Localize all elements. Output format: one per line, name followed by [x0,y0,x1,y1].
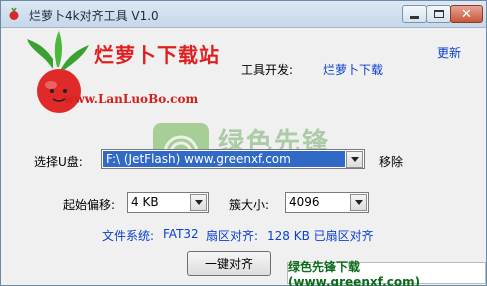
cluster-label: 簇大小: [229,198,270,212]
drive-select-value: F:\ (JetFlash) www.greenxf.com [106,152,291,166]
remove-label: 移除 [379,155,404,169]
alignment-value: 128 KB 已扇区对齐 [267,229,374,243]
maximize-icon [433,10,444,18]
developer-label: 工具开发: [241,63,294,77]
offset-select[interactable]: 4 KB [127,192,209,213]
window-title: 烂萝卜4k对齐工具 V1.0 [29,9,159,23]
chevron-down-icon [354,200,363,205]
drive-label: 选择U盘: [34,155,83,169]
drive-select[interactable]: F:\ (JetFlash) www.greenxf.com [101,149,365,169]
filesystem-value: FAT32 [163,227,199,241]
alignment-label: 扇区对齐: [206,229,259,243]
update-link[interactable]: 更新 [437,44,461,61]
radish-app-icon [9,7,19,20]
title-bar[interactable]: 烂萝卜4k对齐工具 V1.0 ✕ [1,1,486,28]
logo-url: www.LanLuoBo.com [64,92,199,106]
offset-dropdown-button[interactable] [190,194,207,211]
cluster-dropdown-button[interactable] [350,194,367,211]
offset-label: 起始偏移: [63,198,116,212]
close-icon: ✕ [461,6,472,22]
align-button[interactable]: 一键对齐 [187,251,271,276]
cluster-select[interactable]: 4096 [285,192,369,213]
offset-select-value: 4 KB [131,195,159,209]
logo-title: 烂萝卜下载站 [94,43,220,67]
maximize-button[interactable] [426,5,451,23]
chevron-down-icon [350,157,359,162]
filesystem-label: 文件系统: [102,229,155,243]
watermark-banner: 绿色先锋下载(www.greenxf.com) [287,260,486,286]
app-window: 烂萝卜4k对齐工具 V1.0 ✕ 烂萝卜下载站 www.LanLuoBo.com… [0,0,487,286]
chevron-down-icon [194,200,203,205]
drive-dropdown-button[interactable] [346,151,363,168]
minimize-button[interactable] [402,5,427,23]
cluster-select-value: 4096 [289,195,320,209]
developer-value: 烂萝卜下载 [323,63,384,77]
minimize-icon [410,15,419,19]
close-button[interactable]: ✕ [450,5,483,23]
